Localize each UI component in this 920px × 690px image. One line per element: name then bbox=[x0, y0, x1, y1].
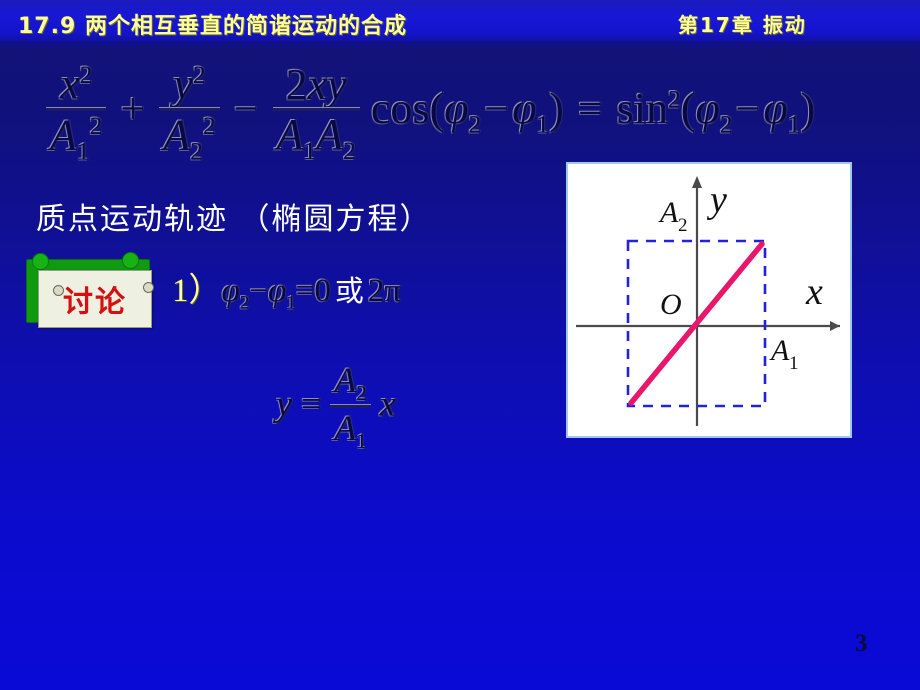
fraction-denominator: A22 bbox=[163, 110, 216, 166]
fraction-numerator: y2 bbox=[173, 59, 206, 109]
phi-2-subscript: 2 bbox=[468, 109, 482, 139]
phi-2-subscript: 2 bbox=[239, 292, 250, 314]
sin-close-paren: ) bbox=[800, 83, 816, 133]
clipboard-knob-right-icon bbox=[122, 252, 139, 269]
fraction-denominator: A1A2 bbox=[276, 109, 356, 165]
result-line-equation: y = A2 A1 x bbox=[276, 362, 396, 452]
y-axis-arrowhead-icon bbox=[692, 176, 702, 188]
fraction-denominator: A12 bbox=[50, 110, 103, 166]
phi-1-subscript: 1 bbox=[787, 109, 801, 139]
fraction-denominator: A1 bbox=[334, 408, 367, 454]
axis-y-label: y bbox=[706, 179, 727, 221]
discussion-badge: 讨论 bbox=[26, 252, 154, 328]
fraction-y2-over-A2sq: y2 A22 bbox=[159, 59, 220, 166]
phi-2-symbol: φ bbox=[695, 83, 720, 133]
amplitude-y-label: A bbox=[658, 196, 679, 229]
sin-exponent: 2 bbox=[668, 84, 681, 114]
cos-close-paren: ) bbox=[549, 83, 564, 133]
discussion-label-text: 讨论 bbox=[63, 285, 127, 320]
axis-x-group bbox=[576, 321, 840, 331]
amplitude-x-label: A bbox=[769, 334, 790, 367]
header-chapter-title: 第17章 振动 bbox=[678, 13, 807, 37]
fraction-numerator: x2 bbox=[60, 59, 93, 109]
fraction-numerator: A2 bbox=[334, 360, 367, 406]
case-number-label: 1） bbox=[172, 273, 222, 309]
phi-2-symbol: φ bbox=[221, 273, 240, 309]
phi-1-subscript: 1 bbox=[536, 109, 550, 139]
value-zero: 0 bbox=[314, 273, 331, 309]
phi-1-symbol: φ bbox=[267, 273, 287, 309]
axis-x-label: x bbox=[805, 271, 823, 313]
operator-minus-inner: − bbox=[484, 83, 510, 133]
sin-function-name: sin bbox=[616, 83, 669, 133]
or-conjunction: 或 bbox=[334, 274, 364, 308]
trajectory-caption-text: 质点运动轨迹 （椭圆方程） bbox=[36, 202, 432, 237]
phi-2-subscript: 2 bbox=[719, 109, 733, 139]
clipboard-knob-left-icon bbox=[32, 253, 49, 270]
operator-minus: − bbox=[233, 83, 259, 133]
equals-sign: = bbox=[300, 383, 322, 424]
header-underline-divider bbox=[0, 41, 920, 47]
main-ellipse-equation: x2 A12 + y2 A22 − 2xy A1A2 cos(φ2−φ1) = … bbox=[46, 62, 815, 164]
fraction-x2-over-A1sq: x2 A12 bbox=[46, 59, 107, 166]
amplitude-x-subscript: 1 bbox=[789, 353, 799, 374]
paper-screw-left-icon bbox=[53, 285, 64, 296]
fraction-2xy-over-A1A2: 2xy A1A2 bbox=[272, 59, 360, 165]
value-two-pi: 2π bbox=[367, 273, 402, 309]
operator-plus: + bbox=[120, 83, 146, 133]
result-rhs-x: x bbox=[379, 383, 396, 424]
operator-minus-inner: − bbox=[735, 83, 761, 133]
clipboard-paper-sheet: 讨论 bbox=[38, 270, 154, 328]
cos-open-paren: cos( bbox=[370, 83, 445, 133]
fraction-A2-over-A1: A2 A1 bbox=[330, 360, 371, 454]
phi-1-symbol: φ bbox=[512, 83, 537, 133]
equals-sign: = bbox=[295, 273, 315, 309]
trajectory-plot-svg: x y O A 2 A 1 bbox=[576, 176, 840, 426]
header-section-title: 17.9 两个相互垂直的简谐运动的合成 bbox=[18, 14, 407, 39]
operator-minus: − bbox=[249, 273, 268, 309]
sin-open-paren: ( bbox=[680, 83, 696, 133]
page-number-label: 3 bbox=[855, 630, 868, 657]
slide-canvas: 17.9 两个相互垂直的简谐运动的合成 第17章 振动 x2 A12 + y2 … bbox=[0, 0, 920, 690]
equals-sign: = bbox=[577, 83, 603, 133]
phi-1-symbol: φ bbox=[763, 83, 788, 133]
axis-y-group bbox=[692, 176, 702, 426]
trajectory-figure-panel: x y O A 2 A 1 bbox=[566, 162, 852, 438]
origin-label: O bbox=[660, 288, 682, 321]
amplitude-y-subscript: 2 bbox=[678, 215, 688, 236]
result-lhs-y: y bbox=[276, 383, 292, 424]
phi-2-symbol: φ bbox=[444, 83, 469, 133]
x-axis-arrowhead-icon bbox=[830, 321, 840, 331]
paper-screw-right-icon bbox=[143, 282, 154, 293]
case-one-condition: 1）φ2−φ1=0 或 2π bbox=[172, 275, 401, 313]
phi-1-subscript: 1 bbox=[286, 292, 296, 314]
fraction-numerator: 2xy bbox=[285, 59, 347, 109]
